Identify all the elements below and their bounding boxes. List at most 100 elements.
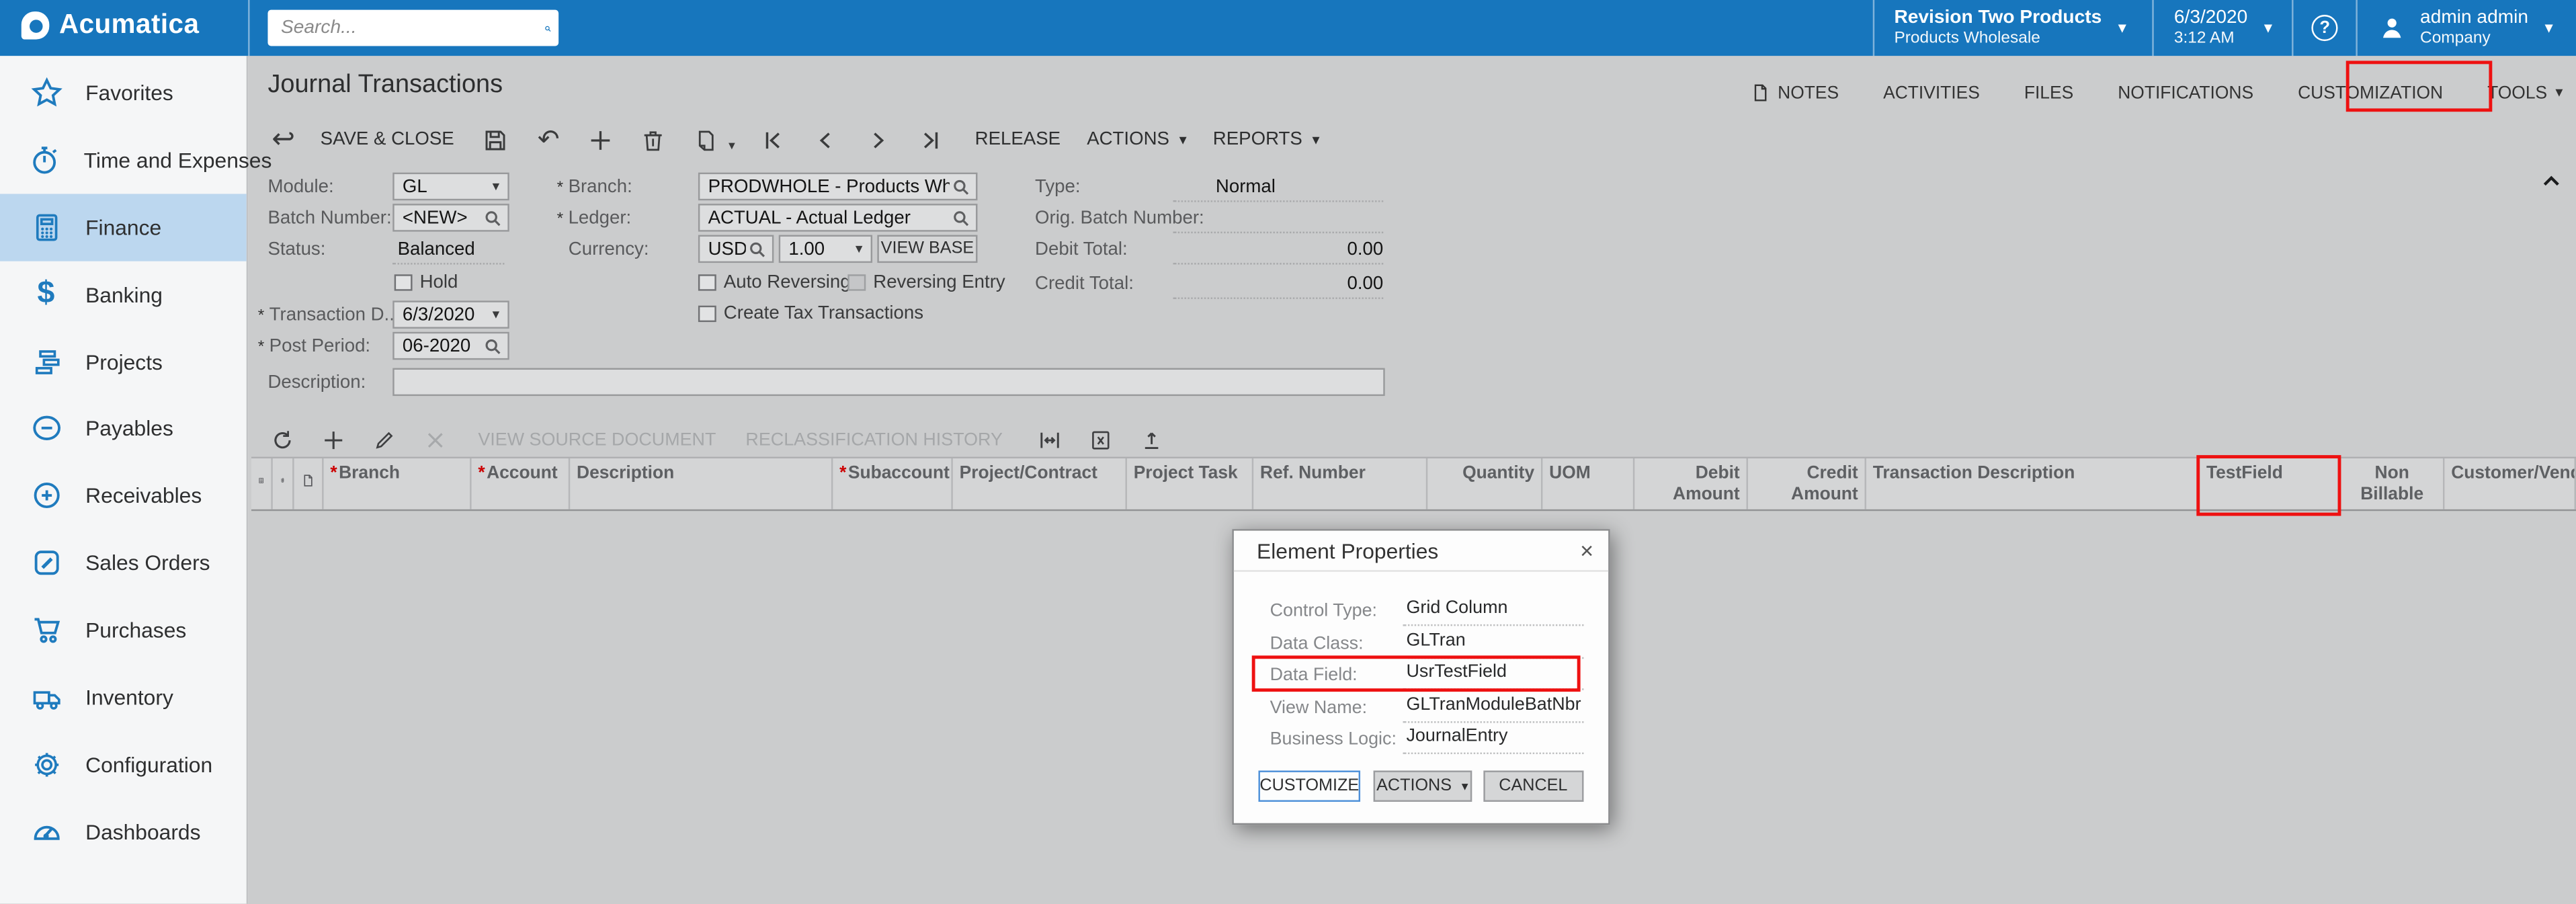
help-button[interactable] — [2292, 0, 2356, 56]
date-time-selector[interactable]: 6/3/2020 3:12 AM — [2153, 0, 2292, 56]
create-tax-checkbox[interactable]: Create Tax Transactions — [698, 304, 923, 323]
column-header-label: Account — [487, 463, 558, 483]
delete-record-icon[interactable] — [638, 124, 669, 155]
ledger-input[interactable]: ACTUAL - Actual Ledger — [698, 204, 978, 232]
lookup-icon[interactable] — [481, 206, 504, 229]
chevron-down-icon — [2544, 19, 2552, 37]
acumatica-logo[interactable]: Acumatica — [22, 10, 200, 41]
sidebar-item-time-and-expenses[interactable]: Time and Expenses — [0, 126, 247, 194]
grid-column-transaction-description[interactable]: Transaction Description — [1866, 458, 2200, 509]
sidebar-item-sales-orders[interactable]: Sales Orders — [0, 530, 247, 597]
grid-column-account[interactable]: *Account — [472, 458, 571, 509]
note-icon — [1750, 82, 1772, 104]
sidebar-item-dashboards[interactable]: Dashboards — [0, 798, 247, 866]
sidebar-item-banking[interactable]: Banking — [0, 261, 247, 328]
sidebar-item-projects[interactable]: Projects — [0, 328, 247, 395]
header-link-notifications[interactable]: NOTIFICATIONS — [2118, 83, 2253, 102]
lookup-icon[interactable] — [481, 334, 504, 357]
last-record-icon[interactable] — [916, 124, 947, 155]
header-link-files[interactable]: FILES — [2024, 83, 2073, 102]
sidebar-item-finance[interactable]: Finance — [0, 194, 247, 261]
header-link-activities[interactable]: ACTIVITIES — [1883, 83, 1980, 102]
sidebar-item-receivables[interactable]: Receivables — [0, 462, 247, 530]
transaction-date-label: *Transaction D... — [258, 306, 400, 325]
sidebar-item-payables[interactable]: Payables — [0, 395, 247, 462]
grid-column-non-billable[interactable]: Non Billable — [2341, 458, 2444, 509]
currency-rate-select[interactable]: 1.00 — [779, 235, 872, 263]
export-excel-icon[interactable] — [1087, 425, 1116, 455]
grid-settings-icon — [258, 463, 265, 509]
grid-column-uom[interactable]: UOM — [1542, 458, 1634, 509]
lookup-icon[interactable] — [950, 175, 972, 198]
next-record-icon[interactable] — [863, 124, 894, 155]
sidebar-item-purchases[interactable]: Purchases — [0, 597, 247, 664]
reports-menu-button[interactable]: REPORTS — [1213, 130, 1320, 149]
grid-column-ref-number[interactable]: Ref. Number — [1253, 458, 1427, 509]
grid-column-project-contract[interactable]: Project/Contract — [953, 458, 1127, 509]
gauge-icon — [28, 814, 65, 850]
add-record-icon[interactable] — [585, 124, 616, 155]
module-select[interactable]: GL — [392, 173, 509, 201]
lookup-icon[interactable] — [746, 237, 769, 260]
chevron-down-icon[interactable] — [729, 137, 735, 152]
grid-column-customer-vendor[interactable]: Customer/Vendor — [2444, 458, 2576, 509]
view-base-button[interactable]: VIEW BASE — [877, 235, 977, 263]
user-menu[interactable]: admin admin Company — [2356, 0, 2576, 56]
search-input[interactable] — [267, 18, 544, 38]
sidebar-item-favorites[interactable]: Favorites — [0, 59, 247, 126]
transaction-date-select[interactable]: 6/3/2020 — [392, 300, 509, 329]
dialog-row-value: Grid Column — [1403, 598, 1584, 626]
description-input[interactable] — [392, 368, 1384, 397]
upload-from-excel-icon[interactable] — [1137, 425, 1167, 455]
grid-column-paperclip-icon[interactable] — [273, 458, 294, 509]
lookup-icon[interactable] — [950, 206, 972, 229]
refresh-icon[interactable] — [267, 425, 297, 455]
sidebar-item-configuration[interactable]: Configuration — [0, 731, 247, 798]
grid-column-note-icon[interactable] — [294, 458, 324, 509]
gear-icon — [28, 747, 65, 783]
fit-width-icon[interactable] — [1036, 425, 1065, 455]
grid-column-project-task[interactable]: Project Task — [1127, 458, 1253, 509]
grid-column-grid-settings-icon[interactable] — [251, 458, 273, 509]
grid-column-subaccount[interactable]: *Subaccount — [833, 458, 952, 509]
post-period-input[interactable]: 06-2020 — [392, 332, 509, 360]
copy-paste-icon[interactable] — [691, 124, 722, 155]
header-link-notes[interactable]: NOTES — [1750, 82, 1839, 104]
search-icon[interactable] — [544, 24, 552, 32]
save-close-button[interactable]: SAVE & CLOSE — [321, 130, 454, 149]
stopwatch-icon — [28, 142, 63, 178]
first-record-icon[interactable] — [758, 124, 789, 155]
previous-record-icon[interactable] — [811, 124, 841, 155]
dialog-actions-button[interactable]: ACTIONS — [1374, 770, 1472, 801]
grid-column-testfield[interactable]: TestField — [2200, 458, 2341, 509]
branch-input[interactable]: PRODWHOLE - Products Wholesale — [698, 173, 978, 201]
column-header-label: Credit Amount — [1791, 463, 1858, 503]
grid-column-branch[interactable]: *Branch — [324, 458, 472, 509]
grid-column-quantity[interactable]: Quantity — [1427, 458, 1542, 509]
actions-menu-button[interactable]: ACTIONS — [1087, 130, 1187, 149]
customize-button[interactable]: CUSTOMIZE — [1258, 770, 1360, 801]
grid-column-credit-amount[interactable]: Credit Amount — [1748, 458, 1866, 509]
dialog-cancel-button[interactable]: CANCEL — [1483, 770, 1583, 801]
sidebar-item-inventory[interactable]: Inventory — [0, 664, 247, 731]
add-row-icon[interactable] — [319, 425, 348, 455]
edit-row-icon[interactable] — [370, 425, 399, 455]
currency-code-input[interactable]: USD — [698, 235, 774, 263]
close-icon[interactable] — [1580, 539, 1593, 562]
global-search-box[interactable] — [267, 10, 558, 46]
batch-number-input[interactable]: <NEW> — [392, 204, 509, 232]
header-link-customization[interactable]: CUSTOMIZATION — [2298, 83, 2443, 102]
release-button[interactable]: RELEASE — [975, 130, 1061, 149]
collapse-form-icon[interactable] — [2540, 169, 2563, 189]
hold-checkbox[interactable]: Hold — [394, 273, 458, 292]
undo-icon[interactable]: ↶ — [533, 124, 564, 155]
auto-reversing-checkbox[interactable]: Auto Reversing — [698, 273, 851, 292]
grid-column-debit-amount[interactable]: Debit Amount — [1634, 458, 1748, 509]
header-link-tools[interactable]: TOOLS — [2487, 83, 2563, 102]
grid-column-description[interactable]: Description — [570, 458, 833, 509]
back-arrow-icon[interactable]: ↩ — [267, 124, 298, 155]
tenant-selector[interactable]: Revision Two Products Products Wholesale — [1873, 0, 2153, 56]
branch-label: *Branch: — [557, 177, 632, 197]
column-header-label: Debit Amount — [1673, 463, 1740, 503]
save-icon[interactable] — [481, 124, 511, 155]
